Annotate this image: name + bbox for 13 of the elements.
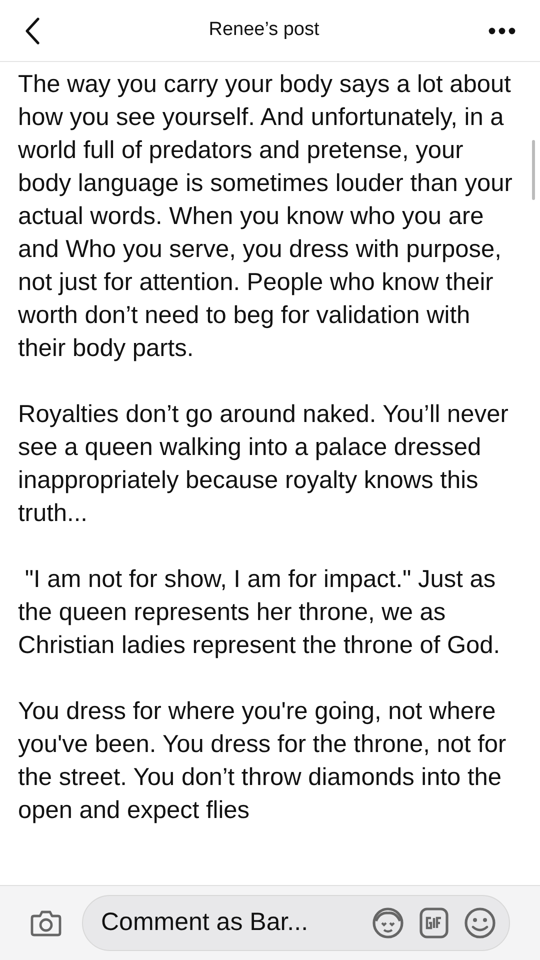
comment-field[interactable]: Comment as Bar... [82,895,510,951]
post-paragraph: You dress for where you're going, not where you've been. You dress for the throne, not for the street. You don’t throw diamonds into the open and expect flies [18,697,508,826]
avatar-sticker-icon[interactable] [371,906,405,940]
post-paragraph: The way you carry your body says a lot about how you see yourself. And unfortunately, in a world full of predators and pretense, your body language is sometimes louder than your actual words. When you know who you are and Who you serve, you dress with purpose, not just for attention. People who know their worth don’t need to beg for validation with their body parts. [18,70,514,364]
post-paragraph: Royalties don’t go around naked. You’ll never see a queen walking into a palace dressed inappropriately because royalty knows this truth... [18,400,510,529]
camera-icon[interactable] [30,909,62,937]
emoji-icon[interactable] [463,906,497,940]
more-icon[interactable] [488,26,516,34]
gif-icon[interactable] [419,907,449,939]
post-title: Renee’s post [208,18,320,42]
post-paragraph: "I am not for show, I am for impact." Just as the queen represents her throne, we as Christian ladies represent the throne of God. [18,565,502,661]
scroll-indicator [532,140,535,200]
back-icon[interactable] [24,16,40,44]
